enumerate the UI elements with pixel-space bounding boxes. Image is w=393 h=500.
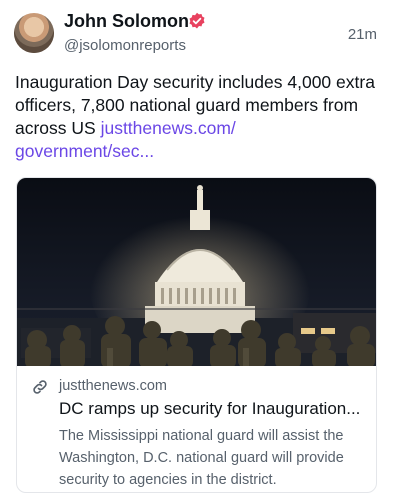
avatar[interactable] (14, 13, 54, 53)
post-header: John Solomon @jsolomonreports 21m (0, 0, 393, 64)
author-handle[interactable]: @jsolomonreports (64, 37, 186, 54)
link-card-title[interactable]: DC ramps up security for Inauguration... (59, 399, 371, 419)
link-card-domain: justthenews.com (59, 378, 167, 394)
link-card-description: The Mississippi national guard will assi… (59, 428, 344, 488)
link-icon (33, 380, 47, 394)
author-display-name[interactable]: John Solomon (64, 11, 189, 32)
link-card[interactable]: justthenews.com DC ramps up security for… (16, 177, 377, 493)
post-text: Inauguration Day security includes 4,000… (15, 71, 377, 163)
link-card-image (17, 178, 376, 366)
verified-badge-icon (189, 12, 205, 29)
post-timestamp[interactable]: 21m (348, 26, 377, 43)
